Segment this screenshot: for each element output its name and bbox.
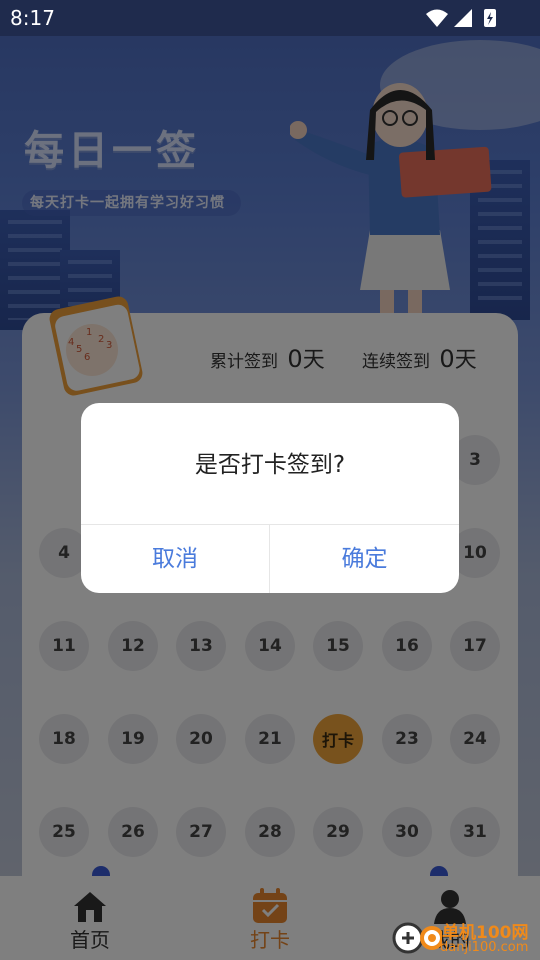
status-time: 8:17 bbox=[10, 6, 55, 30]
signal-icon bbox=[454, 9, 472, 27]
status-icons bbox=[426, 9, 496, 27]
wifi-icon bbox=[426, 9, 448, 27]
status-bar: 8:17 bbox=[0, 0, 540, 36]
watermark-logo-icon bbox=[392, 922, 442, 954]
watermark-line2: danji100.com bbox=[440, 940, 529, 955]
dialog-message: 是否打卡签到? bbox=[194, 452, 346, 478]
cancel-button[interactable]: 取消 bbox=[81, 525, 270, 593]
dialog-actions: 取消 确定 bbox=[81, 524, 459, 593]
watermark: 单机100网 danji100.com bbox=[392, 916, 540, 960]
confirm-button[interactable]: 确定 bbox=[270, 525, 459, 593]
checkin-confirm-dialog: 是否打卡签到? 取消 确定 bbox=[81, 403, 459, 593]
